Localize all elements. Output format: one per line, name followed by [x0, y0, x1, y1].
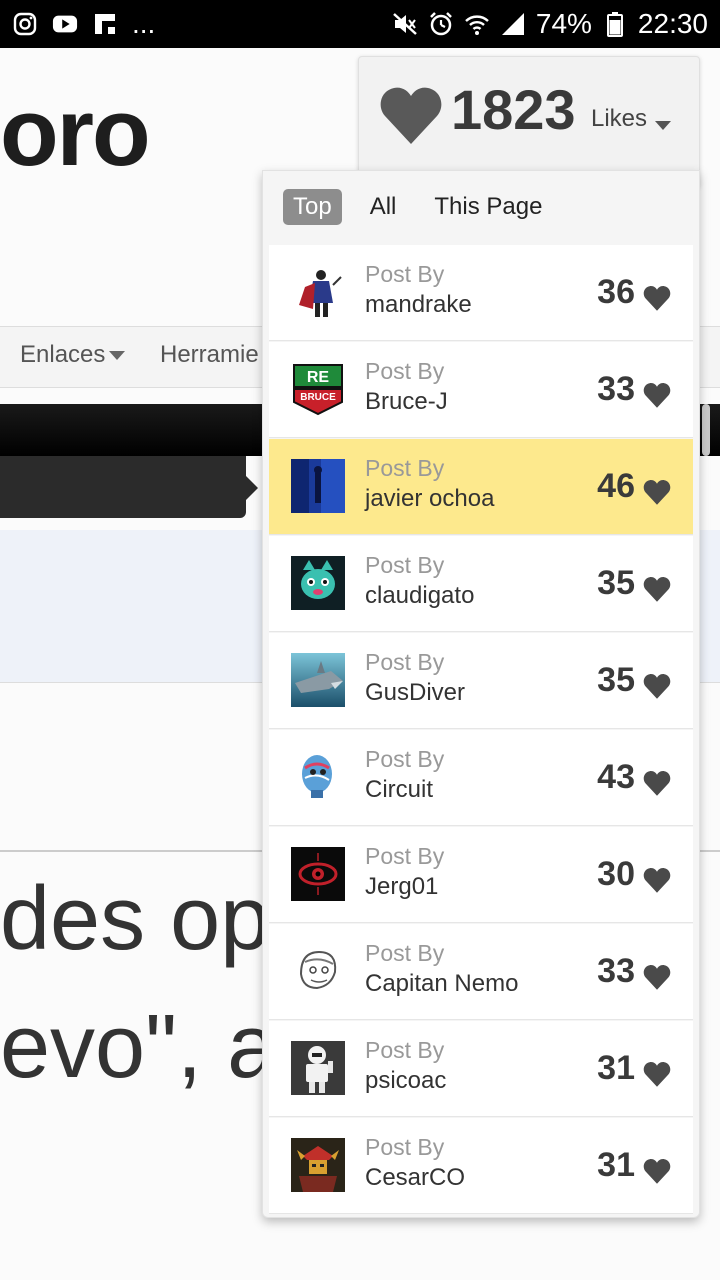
- list-item[interactable]: Post By Jerg01 30: [269, 827, 693, 923]
- flipboard-icon: [92, 11, 118, 37]
- heart-icon: [643, 1062, 671, 1087]
- list-item[interactable]: Post By CesarCO 31: [269, 1118, 693, 1214]
- avatar[interactable]: [291, 944, 345, 998]
- post-by-label: Post By: [365, 552, 445, 578]
- tab-all[interactable]: All: [360, 189, 407, 225]
- signal-icon: [500, 11, 526, 37]
- heart-icon: [643, 383, 671, 408]
- heart-icon: [643, 577, 671, 602]
- battery-icon: [602, 11, 628, 37]
- post-by-label: Post By: [365, 843, 445, 869]
- post-by-label: Post By: [365, 455, 445, 481]
- post-by-label: Post By: [365, 358, 445, 384]
- more-notifications: ...: [132, 8, 156, 39]
- avatar[interactable]: RE BRUCE: [291, 362, 345, 416]
- like-count: 33: [597, 370, 635, 408]
- instagram-icon: [12, 11, 38, 37]
- likes-total-count: 1823: [451, 78, 576, 141]
- avatar[interactable]: [291, 653, 345, 707]
- wifi-icon: [464, 11, 490, 37]
- page-title-fragment: oro: [0, 79, 151, 186]
- alarm-icon: [428, 11, 454, 37]
- heart-icon: [380, 87, 442, 144]
- likes-dropdown-panel: Top All This Page Post By mandrake 36 RE…: [262, 170, 700, 1218]
- username[interactable]: Circuit: [365, 776, 433, 804]
- list-item[interactable]: Post By Capitan Nemo 33: [269, 924, 693, 1020]
- heart-icon: [643, 771, 671, 796]
- nav-item-enlaces[interactable]: Enlaces: [20, 341, 126, 369]
- likes-tabs: Top All This Page: [283, 189, 552, 225]
- like-count: 35: [597, 564, 635, 602]
- youtube-icon: [52, 11, 78, 37]
- status-bar-right: 74% 22:30: [392, 8, 720, 40]
- status-bar: ... 74% 22:30: [0, 0, 720, 48]
- like-count: 46: [597, 467, 635, 505]
- bruce-badge-bottom: BRUCE: [300, 392, 336, 403]
- like-count: 36: [597, 273, 635, 311]
- username[interactable]: GusDiver: [365, 679, 465, 707]
- avatar[interactable]: [291, 1138, 345, 1192]
- list-item[interactable]: Post By javier ochoa 46: [269, 439, 693, 535]
- post-by-label: Post By: [365, 1037, 445, 1063]
- post-by-label: Post By: [365, 261, 445, 287]
- heart-icon: [643, 286, 671, 311]
- likes-label: Likes: [591, 105, 648, 132]
- like-count: 33: [597, 952, 635, 990]
- like-count: 35: [597, 661, 635, 699]
- username[interactable]: claudigato: [365, 582, 474, 610]
- bruce-badge-top: RE: [307, 369, 330, 386]
- avatar[interactable]: [291, 556, 345, 610]
- avatar[interactable]: [291, 750, 345, 804]
- list-item[interactable]: Post By GusDiver 35: [269, 633, 693, 729]
- like-count: 30: [597, 855, 635, 893]
- username[interactable]: CesarCO: [365, 1164, 465, 1192]
- username[interactable]: javier ochoa: [365, 485, 494, 513]
- username[interactable]: psicoac: [365, 1067, 446, 1095]
- likes-summary-button[interactable]: 1823 Likes: [358, 56, 700, 188]
- chevron-down-icon: [109, 351, 126, 361]
- body-text-line-2: evo", a: [0, 997, 278, 1097]
- battery-percent: 74%: [535, 8, 592, 39]
- avatar[interactable]: [291, 847, 345, 901]
- list-item[interactable]: Post By claudigato 35: [269, 536, 693, 632]
- username[interactable]: mandrake: [365, 291, 472, 319]
- scrollbar-thumb[interactable]: [702, 404, 710, 456]
- like-count: 31: [597, 1146, 635, 1184]
- username[interactable]: Bruce-J: [365, 388, 448, 416]
- nav-item-label: Enlaces: [20, 341, 106, 368]
- heart-icon: [643, 1159, 671, 1184]
- status-bar-left: ...: [0, 10, 155, 38]
- clock-time: 22:30: [637, 8, 708, 39]
- list-item[interactable]: Post By mandrake 36: [269, 245, 693, 341]
- mute-icon: [392, 11, 418, 37]
- heart-icon: [643, 868, 671, 893]
- avatar[interactable]: [291, 1041, 345, 1095]
- dark-tab: [0, 456, 258, 518]
- post-by-label: Post By: [365, 940, 445, 966]
- tab-this-page[interactable]: This Page: [424, 189, 552, 225]
- list-item[interactable]: Post By psicoac 31: [269, 1021, 693, 1117]
- body-text-line-1: des op: [0, 869, 271, 969]
- top-posts-list: Post By mandrake 36 RE BRUCE Post By Bruc…: [269, 245, 693, 1214]
- nav-item-herramientas[interactable]: Herramie: [160, 341, 259, 369]
- post-by-label: Post By: [365, 1134, 445, 1160]
- avatar[interactable]: [291, 265, 345, 319]
- username[interactable]: Capitan Nemo: [365, 970, 518, 998]
- like-count: 31: [597, 1049, 635, 1087]
- like-count: 43: [597, 758, 635, 796]
- list-item[interactable]: Post By Circuit 43: [269, 730, 693, 826]
- chevron-down-icon: [655, 121, 671, 130]
- username[interactable]: Jerg01: [365, 873, 438, 901]
- list-item[interactable]: RE BRUCE Post By Bruce-J 33: [269, 342, 693, 438]
- post-by-label: Post By: [365, 649, 445, 675]
- post-by-label: Post By: [365, 746, 445, 772]
- heart-icon: [643, 480, 671, 505]
- heart-icon: [643, 674, 671, 699]
- avatar[interactable]: [291, 459, 345, 513]
- heart-icon: [643, 965, 671, 990]
- tab-top[interactable]: Top: [283, 189, 342, 225]
